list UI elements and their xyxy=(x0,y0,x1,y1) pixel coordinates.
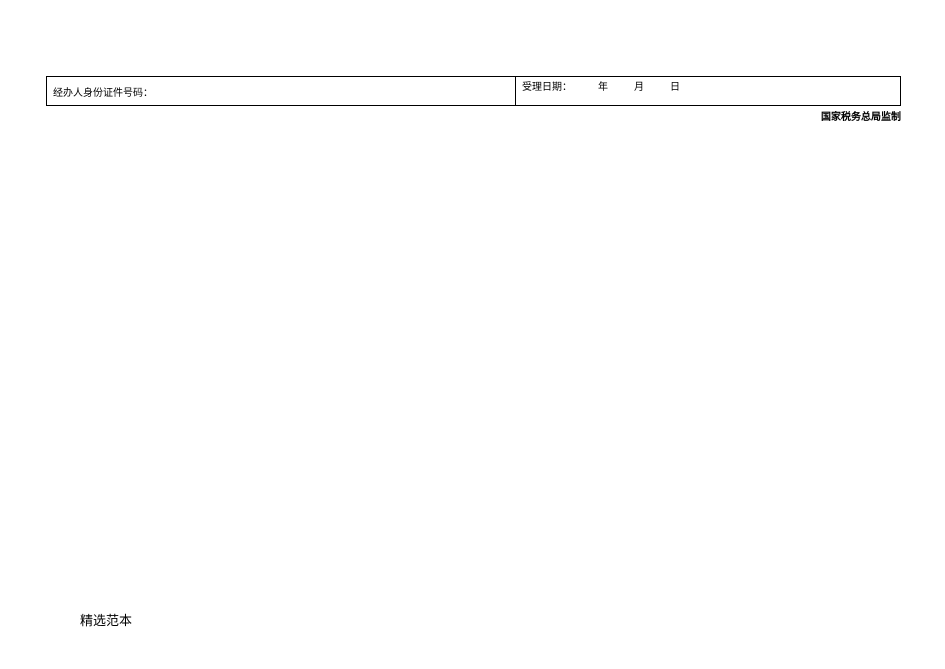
accept-date-label: 受理日期： xyxy=(522,81,572,95)
accept-date-cell: 受理日期： 年 月 日 xyxy=(516,77,900,105)
year-unit: 年 xyxy=(598,81,608,95)
issuer-note: 国家税务总局监制 xyxy=(821,108,901,123)
form-table: 经办人身份证件号码： 受理日期： 年 月 日 xyxy=(46,76,901,106)
template-note: 精选范本 xyxy=(80,610,132,629)
id-number-cell: 经办人身份证件号码： xyxy=(47,77,516,105)
month-unit: 月 xyxy=(634,81,644,95)
day-unit: 日 xyxy=(670,81,680,95)
id-number-label: 经办人身份证件号码： xyxy=(53,87,153,101)
accept-date-line: 受理日期： 年 月 日 xyxy=(522,81,894,95)
form-row: 经办人身份证件号码： 受理日期： 年 月 日 xyxy=(47,77,900,105)
